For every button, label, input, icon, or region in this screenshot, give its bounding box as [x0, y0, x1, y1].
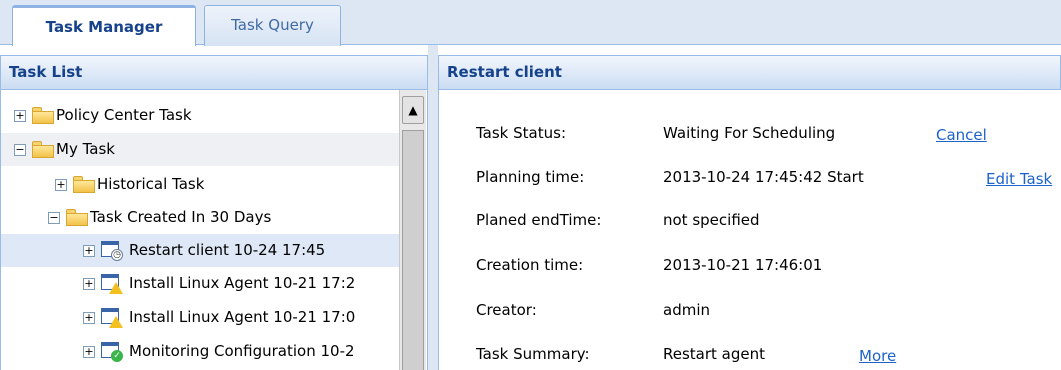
more-link[interactable]: More	[859, 347, 896, 365]
planned-end-time-value: not specified	[663, 211, 760, 229]
task-icon	[101, 274, 123, 294]
tree-item-install-linux-agent-1[interactable]: + Install Linux Agent 10-21 17:2	[1, 267, 399, 300]
clock-icon: ◷	[111, 249, 123, 261]
tree-scrollbar[interactable]: ▲	[399, 90, 426, 370]
panel-splitter[interactable]	[428, 45, 438, 370]
detail-header: Restart client	[438, 55, 1061, 90]
planning-time-label: Planning time:	[476, 168, 585, 186]
task-icon	[101, 308, 123, 328]
warning-icon	[109, 282, 123, 294]
planning-time-value: 2013-10-24 17:45:42 Start	[663, 168, 864, 186]
tree-item-my-task[interactable]: − My Task	[1, 133, 399, 166]
expand-icon[interactable]: +	[55, 179, 67, 191]
tree-item-historical-task[interactable]: + Historical Task	[1, 168, 399, 201]
expand-icon[interactable]: +	[83, 245, 95, 257]
task-status-label: Task Status:	[476, 124, 566, 142]
task-summary-value: Restart agent	[663, 345, 766, 363]
creation-time-label: Creation time:	[476, 256, 584, 274]
tree-item-label: Install Linux Agent 10-21 17:0	[129, 308, 356, 326]
planned-end-time-label: Planed endTime:	[476, 211, 602, 229]
edit-task-link[interactable]: Edit Task	[986, 170, 1052, 188]
tab-task-manager[interactable]: Task Manager	[12, 5, 196, 46]
task-list-header: Task List	[0, 55, 428, 90]
tree-item-label: Task Created In 30 Days	[90, 208, 272, 226]
tree-item-install-linux-agent-2[interactable]: + Install Linux Agent 10-21 17:0	[1, 301, 399, 334]
tree-item-policy-center-task[interactable]: + Policy Center Task	[1, 99, 399, 132]
creator-value: admin	[663, 301, 710, 319]
folder-icon	[73, 176, 95, 193]
tree-item-task-created-30-days[interactable]: − Task Created In 30 Days	[1, 201, 399, 234]
tab-task-query[interactable]: Task Query	[204, 5, 341, 46]
cancel-link[interactable]: Cancel	[936, 126, 987, 144]
tree-item-label: Policy Center Task	[56, 106, 192, 124]
creator-label: Creator:	[476, 301, 537, 319]
tab-strip: Task Manager Task Query	[0, 0, 1061, 46]
tree-item-restart-client[interactable]: + ◷ Restart client 10-24 17:45	[1, 234, 399, 267]
task-tree: + Policy Center Task − My Task + Histori…	[0, 90, 428, 370]
collapse-icon[interactable]: −	[48, 212, 60, 224]
tree-item-monitoring-configuration[interactable]: + ✓ Monitoring Configuration 10-2	[1, 335, 399, 368]
task-detail-panel: Task Status: Waiting For Scheduling Canc…	[438, 90, 1061, 370]
warning-icon	[109, 316, 123, 328]
task-status-value: Waiting For Scheduling	[663, 124, 836, 142]
task-icon: ✓	[101, 342, 123, 362]
task-icon: ◷	[101, 241, 123, 261]
expand-icon[interactable]: +	[83, 312, 95, 324]
folder-icon	[66, 209, 88, 226]
folder-icon	[32, 107, 54, 124]
tree-item-label: Historical Task	[97, 175, 205, 193]
task-summary-label: Task Summary:	[476, 345, 590, 363]
scroll-thumb[interactable]	[402, 130, 424, 370]
scroll-up-arrow-icon[interactable]: ▲	[402, 96, 424, 124]
tree-item-label: Monitoring Configuration 10-2	[129, 342, 355, 360]
expand-icon[interactable]: +	[83, 278, 95, 290]
tree-item-label: Install Linux Agent 10-21 17:2	[129, 274, 356, 292]
tree-item-label: My Task	[56, 140, 115, 158]
expand-icon[interactable]: +	[14, 110, 26, 122]
collapse-icon[interactable]: −	[14, 144, 26, 156]
folder-icon	[32, 141, 54, 158]
expand-icon[interactable]: +	[83, 346, 95, 358]
tree-item-label: Restart client 10-24 17:45	[129, 241, 326, 259]
creation-time-value: 2013-10-21 17:46:01	[663, 256, 823, 274]
success-icon: ✓	[111, 350, 123, 362]
